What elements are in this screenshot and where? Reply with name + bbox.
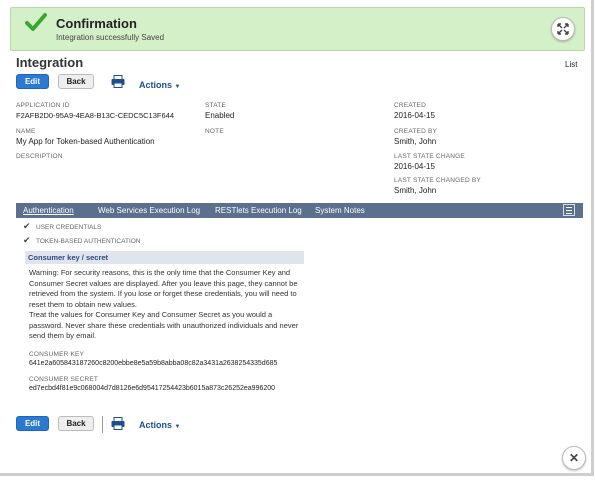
close-icon: ✕ (568, 451, 580, 465)
confirmation-banner: Confirmation Integration successfully Sa… (10, 7, 585, 51)
actions-label: Actions (139, 80, 173, 90)
application-id-value: F2AFB2D0-95A9-4EA8-B13C-CEDC5C13F644 (16, 111, 174, 120)
tab-menu-button[interactable] (563, 204, 575, 216)
last-state-change-label: LAST STATE CHANGE (394, 153, 465, 160)
consumer-secret-value: ed7ecbd4f81e9c068004d7d8126e6d9541725442… (29, 385, 276, 392)
created-by-value[interactable]: Smith, John (394, 137, 436, 146)
last-state-changed-by-value[interactable]: Smith, John (394, 186, 436, 195)
printer-icon (111, 74, 125, 88)
back-button[interactable]: Back (58, 74, 94, 89)
tab-system-notes[interactable]: System Notes (315, 206, 365, 215)
tab-restlets-execution-log[interactable]: RESTlets Execution Log (215, 206, 302, 215)
consumer-key-label: CONSUMER KEY (29, 351, 85, 358)
note-label: NOTE (205, 128, 224, 135)
created-value: 2016-04-15 (394, 111, 435, 120)
state-label: STATE (205, 102, 226, 109)
expand-button[interactable] (551, 17, 575, 41)
edit-button[interactable]: Edit (16, 74, 49, 89)
token-based-label: TOKEN-BASED AUTHENTICATION (36, 238, 141, 245)
last-state-change-value: 2016-04-15 (394, 162, 435, 171)
security-warning: Warning: For security reasons, this is t… (29, 268, 304, 342)
caret-down-icon: ▼ (174, 424, 181, 430)
warning-paragraph-1: Warning: For security reasons, this is t… (29, 268, 298, 309)
back-button-bottom[interactable]: Back (58, 416, 94, 431)
close-button[interactable]: ✕ (562, 446, 586, 470)
last-state-changed-by-label: LAST STATE CHANGED BY (394, 177, 481, 184)
caret-down-icon: ▼ (174, 84, 181, 90)
state-value: Enabled (205, 111, 235, 120)
tab-authentication[interactable]: Authentication (23, 206, 74, 215)
actions-label: Actions (139, 420, 173, 430)
print-button[interactable] (110, 74, 126, 88)
banner-message: Integration successfully Saved (56, 33, 165, 42)
created-label: CREATED (394, 102, 426, 109)
printer-icon (111, 416, 125, 430)
user-credentials-checkbox: ✔ (23, 221, 31, 231)
user-credentials-label: USER CREDENTIALS (36, 224, 102, 231)
description-label: DESCRIPTION (16, 153, 63, 160)
warning-paragraph-2: Treat the values for Consumer Key and Co… (29, 310, 299, 340)
actions-menu-bottom[interactable]: Actions ▼ (139, 420, 180, 430)
created-by-label: CREATED BY (394, 128, 438, 135)
name-label: NAME (16, 128, 36, 135)
page-title: Integration (16, 55, 84, 70)
consumer-secret-label: CONSUMER SECRET (29, 376, 99, 383)
subtab-bar: Authentication Web Services Execution Lo… (16, 203, 583, 218)
expand-icon (557, 23, 569, 35)
print-button-bottom[interactable] (110, 416, 126, 430)
consumer-key-value: 641e2a605843187260c8200ebbe8e5a59b8abba0… (29, 360, 278, 367)
tab-web-services-execution-log[interactable]: Web Services Execution Log (98, 206, 200, 215)
banner-title: Confirmation (56, 16, 137, 31)
application-id-label: APPLICATION ID (16, 102, 70, 109)
menu-icon (566, 206, 572, 208)
token-based-checkbox: ✔ (23, 235, 31, 245)
name-value: My App for Token-based Authentication (16, 137, 155, 146)
toolbar-divider (102, 416, 103, 433)
edit-button-bottom[interactable]: Edit (16, 416, 49, 431)
actions-menu[interactable]: Actions ▼ (139, 80, 180, 90)
list-link[interactable]: List (565, 60, 577, 69)
checkmark-icon (25, 13, 47, 31)
consumer-panel-title: Consumer key / secret (25, 251, 304, 264)
